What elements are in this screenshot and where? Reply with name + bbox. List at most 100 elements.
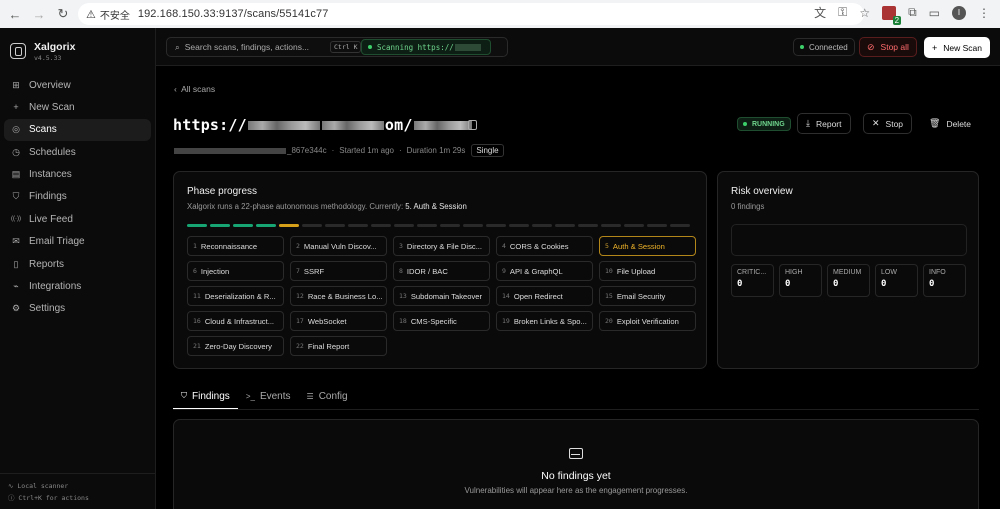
brand-version: v4.5.33 xyxy=(34,53,62,62)
copy-icon[interactable] xyxy=(468,120,477,130)
phase-item[interactable]: 20 Exploit Verification xyxy=(599,311,696,331)
sidebar-item-integrations[interactable]: ⌁ Integrations xyxy=(4,276,151,298)
phase-item[interactable]: 7 SSRF xyxy=(290,261,387,281)
shield-icon: ⛉ xyxy=(12,191,20,202)
phase-item[interactable]: 17 WebSocket xyxy=(290,311,387,331)
profile-avatar[interactable]: I xyxy=(952,5,966,20)
warning-icon: ⚠ xyxy=(86,8,96,21)
stop-all-button[interactable]: ⊘ Stop all xyxy=(859,37,917,57)
phase-item[interactable]: 21 Zero-Day Discovery xyxy=(187,336,284,356)
phase-item[interactable]: 5 Auth & Session xyxy=(599,236,696,256)
started-time: Started 1m ago xyxy=(339,146,394,155)
scan-id-suffix: _867e344c xyxy=(287,146,327,155)
phase-label: Race & Business Lo... xyxy=(307,291,383,301)
new-scan-button[interactable]: + New Scan xyxy=(924,37,991,58)
extension-icon[interactable]: 2 xyxy=(882,5,902,25)
address-bar[interactable]: ⚠ 不安全 192.168.150.33:9137/scans/55141c77 xyxy=(78,3,864,25)
delete-button[interactable]: 🗑 Delete xyxy=(923,113,977,134)
phase-number: 20 xyxy=(605,317,613,325)
severity-card[interactable]: CRITIC... 0 xyxy=(731,264,774,297)
phase-number: 18 xyxy=(399,317,407,325)
phase-label: Zero-Day Discovery xyxy=(204,341,272,351)
reload-icon[interactable]: ↻ xyxy=(54,6,72,22)
phase-label: File Upload xyxy=(616,266,656,276)
tab-events[interactable]: >_ Events xyxy=(238,384,299,409)
phase-number: 15 xyxy=(605,292,613,300)
phase-item[interactable]: 15 Email Security xyxy=(599,286,696,306)
phase-item[interactable]: 16 Cloud & Infrastruct... xyxy=(187,311,284,331)
phase-item[interactable]: 6 Injection xyxy=(187,261,284,281)
severity-card[interactable]: HIGH 0 xyxy=(779,264,822,297)
menu-icon[interactable]: ⋮ xyxy=(978,6,990,20)
phase-item[interactable]: 12 Race & Business Lo... xyxy=(290,286,387,306)
phase-item[interactable]: 11 Deserialization & R... xyxy=(187,286,284,306)
phase-label: CMS-Specific xyxy=(410,316,457,326)
all-scans-link[interactable]: ‹ All scans xyxy=(174,84,215,94)
severity-card[interactable]: MEDIUM 0 xyxy=(827,264,870,297)
forward-arrow-icon[interactable]: → xyxy=(30,7,48,22)
sidebar-item-live-feed[interactable]: ((·)) Live Feed xyxy=(4,208,151,230)
broadcast-icon: ((·)) xyxy=(11,216,21,223)
sidebar-item-email-triage[interactable]: ✉ Email Triage xyxy=(4,231,151,253)
back-arrow-icon[interactable]: ← xyxy=(6,7,24,22)
server-icon: ▤ xyxy=(11,169,21,180)
sidebar-item-reports[interactable]: ▯ Reports xyxy=(4,253,151,275)
phase-progress-segment xyxy=(256,224,276,227)
phase-item[interactable]: 13 Subdomain Takeover xyxy=(393,286,490,306)
redacted-id xyxy=(174,147,286,154)
phase-number: 22 xyxy=(296,342,304,350)
severity-card[interactable]: LOW 0 xyxy=(875,264,918,297)
phase-label: Reconnaissance xyxy=(200,241,258,251)
new-scan-label: New Scan xyxy=(943,42,983,53)
shortcut-hint: Ctrl+K for actions xyxy=(18,494,89,502)
grid-icon: ⊞ xyxy=(12,79,20,90)
phase-item[interactable]: 2 Manual Vuln Discov... xyxy=(290,236,387,256)
phase-item[interactable]: 1 Reconnaissance xyxy=(187,236,284,256)
phase-number: 2 xyxy=(296,242,300,250)
phase-progress-title: Phase progress xyxy=(187,186,258,197)
scan-mode-badge: Single xyxy=(471,144,504,157)
severity-card[interactable]: INFO 0 xyxy=(923,264,966,297)
sidebar-item-label: Reports xyxy=(29,258,65,270)
sidebar-item-schedules[interactable]: ◷ Schedules xyxy=(4,141,151,163)
phase-number: 21 xyxy=(193,342,201,350)
sidebar-item-findings[interactable]: ⛉ Findings xyxy=(4,186,151,208)
tab-config[interactable]: ☰ Config xyxy=(299,384,356,409)
phase-item[interactable]: 8 IDOR / BAC xyxy=(393,261,490,281)
phase-item[interactable]: 14 Open Redirect xyxy=(496,286,593,306)
phase-item[interactable]: 10 File Upload xyxy=(599,261,696,281)
phase-progress-segment xyxy=(371,224,391,227)
phase-number: 11 xyxy=(193,292,201,300)
url-text[interactable]: 192.168.150.33:9137/scans/55141c77 xyxy=(138,8,329,20)
sidepanel-icon[interactable]: ▭ xyxy=(929,6,940,20)
phase-item[interactable]: 3 Directory & File Disc... xyxy=(393,236,490,256)
sidebar-item-settings[interactable]: ⚙ Settings xyxy=(4,298,151,320)
phase-item[interactable]: 18 CMS-Specific xyxy=(393,311,490,331)
sidebar-item-overview[interactable]: ⊞ Overview xyxy=(4,74,151,96)
phase-label: SSRF xyxy=(303,266,325,276)
sidebar-item-new-scan[interactable]: + New Scan xyxy=(4,96,151,118)
sidebar-item-scans[interactable]: ◎ Scans xyxy=(4,118,151,141)
phase-label: WebSocket xyxy=(307,316,347,326)
phase-number: 9 xyxy=(502,267,506,275)
scanning-indicator[interactable]: Scanning https:// xyxy=(361,39,491,55)
phase-item[interactable]: 4 CORS & Cookies xyxy=(496,236,593,256)
extension-puzzle-icon[interactable]: ⧉ xyxy=(908,5,917,20)
phase-progress-panel: Phase progress Xalgorix runs a 22-phase … xyxy=(173,171,707,369)
phase-progress-segment xyxy=(578,224,598,227)
terminal-icon: >_ xyxy=(245,392,255,401)
report-button[interactable]: ⤓ Report xyxy=(797,113,851,134)
phase-progress-segment xyxy=(325,224,345,227)
tab-findings[interactable]: ⛉ Findings xyxy=(173,384,238,409)
translate-icon[interactable]: 文 xyxy=(814,4,826,21)
severity-label: CRITIC... xyxy=(737,269,767,276)
stop-button[interactable]: ✕ Stop xyxy=(863,113,913,134)
sidebar-item-instances[interactable]: ▤ Instances xyxy=(4,164,151,186)
phase-item[interactable]: 9 API & GraphQL xyxy=(496,261,593,281)
brand[interactable]: Xalgorix v4.5.33 xyxy=(0,28,155,64)
key-icon[interactable]: ⚿ xyxy=(838,5,847,20)
star-icon[interactable]: ☆ xyxy=(859,6,870,20)
phase-item[interactable]: 22 Final Report xyxy=(290,336,387,356)
phase-item[interactable]: 19 Broken Links & Spo... xyxy=(496,311,593,331)
phase-progress-subtitle: Xalgorix runs a 22-phase autonomous meth… xyxy=(187,202,467,211)
